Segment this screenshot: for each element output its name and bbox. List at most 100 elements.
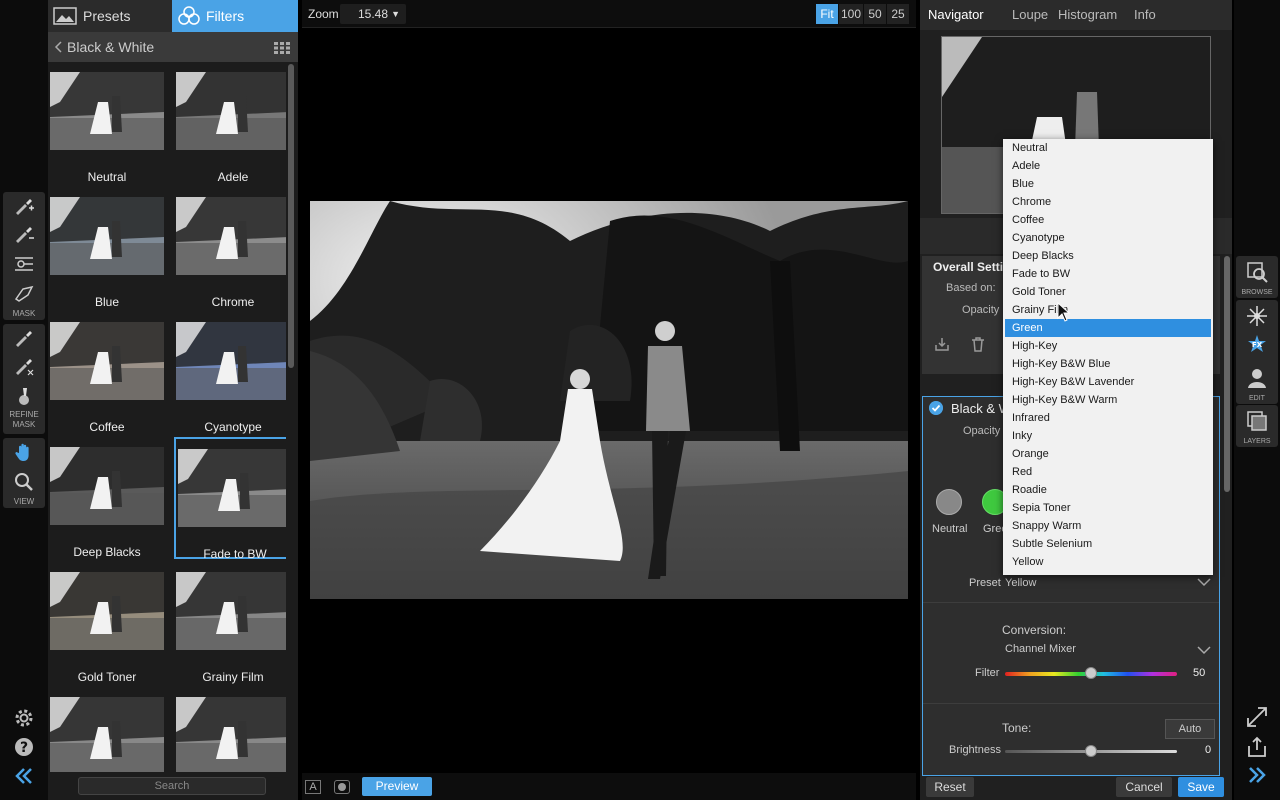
save-preset-icon[interactable] <box>934 336 950 352</box>
lasso-mask-tool[interactable] <box>3 280 45 308</box>
grid-view-icon[interactable] <box>274 41 290 54</box>
tab-filters[interactable]: Filters <box>172 0 298 32</box>
thumbnail-scrollbar[interactable] <box>288 64 294 368</box>
double-chevron-right-icon[interactable] <box>1246 764 1268 786</box>
chevron-left-icon[interactable] <box>54 41 62 53</box>
tab-presets[interactable]: Presets <box>48 0 172 32</box>
preset-thumbnail[interactable]: Grainy Film <box>174 562 286 684</box>
preset-select[interactable]: Preset Yellow <box>923 575 1219 603</box>
dropdown-option[interactable]: Green <box>1005 319 1211 337</box>
reset-button[interactable]: Reset <box>926 777 974 797</box>
dropdown-option[interactable]: Sepia Toner <box>1005 499 1211 517</box>
tab-histogram[interactable]: Histogram <box>1058 7 1117 22</box>
preset-thumbnail[interactable]: Blue <box>48 187 166 309</box>
dropdown-option[interactable]: Snappy Warm <box>1005 517 1211 535</box>
mask-brush-tool[interactable] <box>3 192 45 220</box>
zoom-50-button[interactable]: 50 <box>864 4 886 24</box>
module-browse[interactable]: BROWSE <box>1236 256 1278 298</box>
dropdown-option[interactable]: Roadie <box>1005 481 1211 499</box>
preset-thumbnail[interactable]: Gold Toner <box>48 562 166 684</box>
dropdown-option[interactable]: High-Key B&W Blue <box>1005 355 1211 373</box>
dropdown-option[interactable]: Adele <box>1005 157 1211 175</box>
preset-thumbnail[interactable]: Adele <box>174 62 286 184</box>
collapse-left-button[interactable] <box>6 762 42 790</box>
dropdown-option[interactable]: Red <box>1005 463 1211 481</box>
mask-view-button[interactable] <box>334 780 350 794</box>
preset-thumbnail[interactable]: Coffee <box>48 312 166 434</box>
dropdown-option[interactable]: Inky <box>1005 427 1211 445</box>
search-input[interactable]: Search <box>78 777 266 795</box>
hand-tool[interactable] <box>3 438 45 466</box>
dropdown-option[interactable]: Coffee <box>1005 211 1211 229</box>
preset-thumbnail[interactable]: Neutral <box>48 62 166 184</box>
settings-button[interactable] <box>6 704 42 732</box>
preview-button[interactable]: Preview <box>362 777 432 796</box>
swatch-neutral[interactable] <box>936 489 962 515</box>
brightness-slider-knob[interactable] <box>1085 745 1097 757</box>
navigator-tabs: Navigator Loupe Histogram Info <box>920 0 1232 30</box>
chevron-down-icon[interactable] <box>1197 645 1211 655</box>
thumbnail-label: Fade to BW <box>203 547 267 561</box>
tab-info[interactable]: Info <box>1134 7 1156 22</box>
tab-loupe[interactable]: Loupe <box>1012 7 1048 22</box>
expand-icon[interactable] <box>1246 706 1268 728</box>
image-canvas[interactable] <box>302 29 916 772</box>
cancel-button[interactable]: Cancel <box>1116 777 1172 797</box>
module-layers[interactable]: LAYERS <box>1236 405 1278 447</box>
zoom-100-button[interactable]: 100 <box>839 4 863 24</box>
dropdown-option[interactable]: Cyanotype <box>1005 229 1211 247</box>
save-button[interactable]: Save <box>1178 777 1224 797</box>
right-panel-scrollbar[interactable] <box>1224 256 1230 492</box>
tab-navigator[interactable]: Navigator <box>928 7 984 22</box>
preset-thumbnail[interactable]: Fade to BW <box>174 437 286 561</box>
module-effects[interactable]: FX <box>1236 300 1278 370</box>
thumbnail-label: Coffee <box>89 420 125 434</box>
preset-thumbnail[interactable] <box>48 687 166 772</box>
filter-slider-knob[interactable] <box>1085 667 1097 679</box>
module-edit[interactable]: EDIT <box>1236 362 1278 404</box>
zoom-25-button[interactable]: 25 <box>887 4 909 24</box>
category-bar[interactable]: Black & White <box>48 32 298 62</box>
preset-thumbnail[interactable]: Chrome <box>174 187 286 309</box>
refine-brush-tool[interactable] <box>3 324 45 352</box>
mode-a-button[interactable]: A <box>305 780 321 794</box>
dropdown-option[interactable]: Fade to BW <box>1005 265 1211 283</box>
dropdown-option[interactable]: Infrared <box>1005 409 1211 427</box>
dropdown-option[interactable]: Grainy Film <box>1005 301 1211 319</box>
dropdown-option[interactable]: Gold Toner <box>1005 283 1211 301</box>
zoom-select[interactable]: 15.48 ▼ <box>340 4 406 24</box>
dropdown-option[interactable]: Blue <box>1005 175 1211 193</box>
help-button[interactable]: ? <box>6 733 42 761</box>
checkmark-icon[interactable] <box>929 401 943 415</box>
main-photo[interactable] <box>310 201 908 599</box>
dropdown-option[interactable]: Neutral <box>1005 139 1211 157</box>
dropdown-option[interactable]: High-Key B&W Lavender <box>1005 373 1211 391</box>
dropdown-option[interactable]: Deep Blacks <box>1005 247 1211 265</box>
hand-icon <box>15 443 29 461</box>
zoom-tool[interactable] <box>3 468 45 496</box>
preset-thumbnail[interactable]: Deep Blacks <box>48 437 166 559</box>
dropdown-option[interactable]: Chrome <box>1005 193 1211 211</box>
browse-icon <box>1247 262 1268 283</box>
auto-tone-button[interactable]: Auto <box>1165 719 1215 739</box>
dropdown-option[interactable]: Yellow <box>1005 553 1211 571</box>
share-icon[interactable] <box>1246 736 1268 758</box>
preset-thumbnail[interactable] <box>174 687 286 772</box>
mask-erase-tool[interactable] <box>3 220 45 248</box>
dropdown-option[interactable]: Orange <box>1005 445 1211 463</box>
refine-chisel-tool[interactable] <box>3 382 45 410</box>
filter-value[interactable]: 50 <box>1193 667 1205 679</box>
thumbnail-image <box>50 447 164 525</box>
dropdown-option[interactable]: High-Key B&W Warm <box>1005 391 1211 409</box>
refine-erase-tool[interactable] <box>3 352 45 380</box>
brightness-value[interactable]: 0 <box>1205 744 1211 756</box>
conversion-select[interactable]: Channel Mixer <box>1005 643 1076 655</box>
dropdown-option[interactable]: Subtle Selenium <box>1005 535 1211 553</box>
view-tool-group: VIEW <box>3 438 45 508</box>
zoom-fit-button[interactable]: Fit <box>816 4 838 24</box>
gradient-mask-tool[interactable] <box>3 250 45 278</box>
trash-icon[interactable] <box>970 336 986 352</box>
preset-thumbnail[interactable]: Cyanotype <box>174 312 286 434</box>
dropdown-option[interactable]: High-Key <box>1005 337 1211 355</box>
refine-brush-icon <box>16 331 32 347</box>
